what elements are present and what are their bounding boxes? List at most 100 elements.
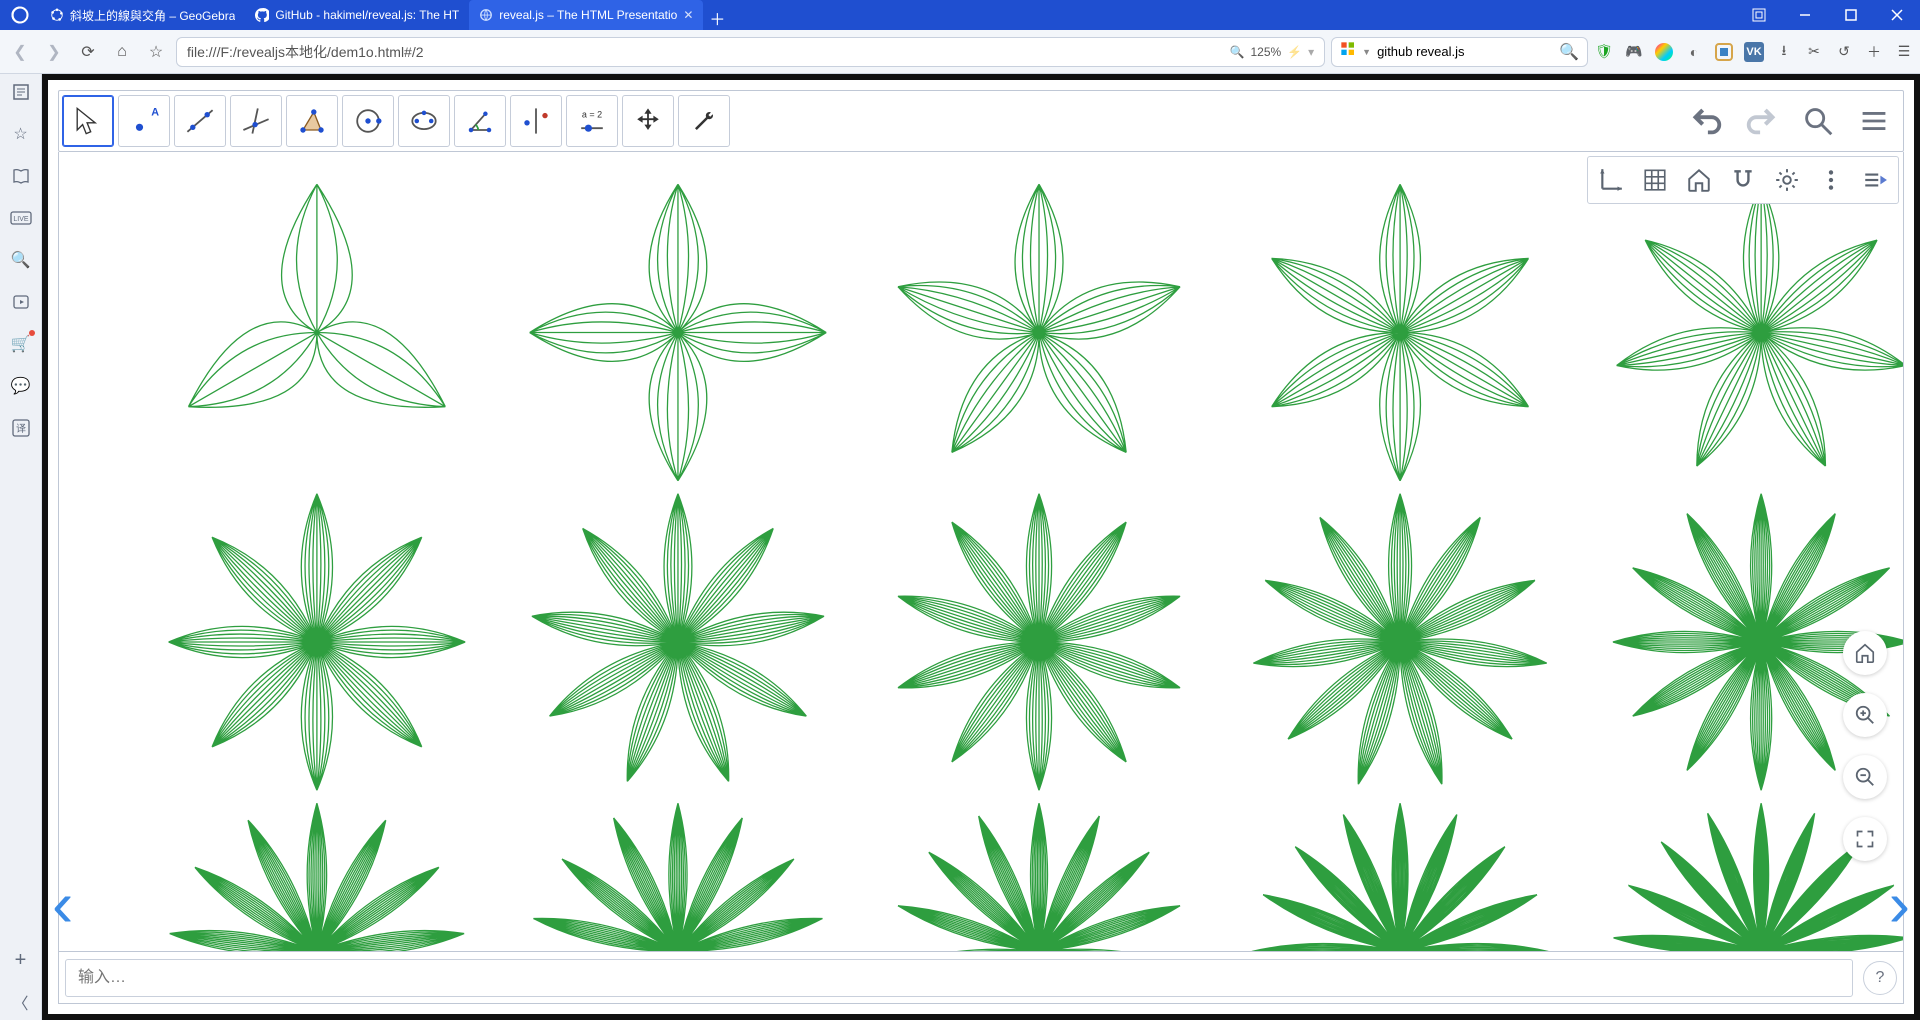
sidebar-search-icon[interactable]: 🔍 <box>9 248 33 272</box>
geogebra-app: A a = 2 <box>58 90 1904 1004</box>
ggb-tool-polygon[interactable] <box>286 95 338 147</box>
secondary-search[interactable]: ▼ 🔍 <box>1331 37 1588 67</box>
favicon-generic-icon <box>479 8 493 22</box>
downloads-icon[interactable]: ⭳ <box>1774 42 1794 62</box>
tab-strip: 斜坡上的線與交角 – GeoGebra GitHub - hakimel/rev… <box>40 0 731 30</box>
ggb-redo-button[interactable] <box>1736 95 1788 147</box>
tab-close-icon[interactable]: ✕ <box>683 8 693 22</box>
sidebar-video-icon[interactable] <box>9 290 33 314</box>
ggb-zoom-home[interactable] <box>1843 631 1887 675</box>
bookmark-star-button[interactable]: ☆ <box>142 38 170 66</box>
ggb-tool-settings[interactable] <box>678 95 730 147</box>
flash-menu-icon[interactable]: ▾ <box>1308 45 1314 59</box>
flower-10 <box>898 494 1180 791</box>
addons-icon[interactable]: ＋ <box>1864 42 1884 62</box>
ggb-tool-point[interactable]: A <box>118 95 170 147</box>
vk-icon[interactable]: VK <box>1744 42 1764 62</box>
collections-icon[interactable] <box>1714 42 1734 62</box>
ggb-tool-move-view[interactable] <box>622 95 674 147</box>
sidebar-collapse-icon[interactable]: 〈 <box>9 990 33 1014</box>
forward-button[interactable]: ❯ <box>40 38 68 66</box>
search-provider-icon[interactable] <box>1340 41 1356 62</box>
address-bar[interactable]: 🔍 125% ⚡ ▾ <box>176 37 1325 67</box>
ggb-snap-toggle[interactable] <box>1722 159 1764 201</box>
flower-13 <box>170 803 465 952</box>
secondary-search-input[interactable] <box>1377 44 1553 59</box>
ggb-undo-button[interactable] <box>1680 95 1732 147</box>
flower-15 <box>892 803 1187 952</box>
home-button[interactable]: ⌂ <box>108 38 136 66</box>
ggb-search-button[interactable] <box>1792 95 1844 147</box>
ggb-fullscreen[interactable] <box>1843 817 1887 861</box>
tab-0[interactable]: 斜坡上的線與交角 – GeoGebra <box>40 0 245 30</box>
flower-7 <box>1617 184 1903 466</box>
history-undo-icon[interactable]: ↺ <box>1834 42 1854 62</box>
flower-5 <box>898 184 1180 452</box>
ggb-menu-button[interactable] <box>1848 95 1900 147</box>
svg-text:a = 2: a = 2 <box>582 109 602 119</box>
games-icon[interactable]: 🎮 <box>1624 42 1644 62</box>
flower-11 <box>1253 494 1546 785</box>
browser-app-icon[interactable] <box>0 0 40 30</box>
ggb-input-help[interactable]: ? <box>1863 961 1897 995</box>
sidebar-live-icon[interactable]: LIVE <box>9 206 33 230</box>
page-viewport: A a = 2 <box>42 74 1920 1020</box>
maximize-button[interactable] <box>1828 0 1874 30</box>
ggb-zoom-in[interactable] <box>1843 693 1887 737</box>
search-go-icon[interactable]: 🔍 <box>1559 42 1579 62</box>
url-input[interactable] <box>187 44 1222 60</box>
ggb-zoom-controls <box>1843 631 1887 861</box>
reveal-slide: A a = 2 <box>48 80 1914 1014</box>
ggb-tool-reflect[interactable] <box>510 95 562 147</box>
adblock-icon[interactable]: 🛡 <box>1594 42 1614 62</box>
ggb-tool-move[interactable] <box>62 95 114 147</box>
sidebar-cart-icon[interactable]: 🛒 <box>9 332 33 356</box>
tab-1[interactable]: GitHub - hakimel/reveal.js: The HT <box>245 0 469 30</box>
back-button[interactable]: ❮ <box>6 38 34 66</box>
ggb-tool-circle[interactable] <box>342 95 394 147</box>
ggb-tool-line[interactable] <box>174 95 226 147</box>
ggb-view-settings[interactable] <box>1766 159 1808 201</box>
reveal-prev-button[interactable]: ‹ <box>52 872 73 936</box>
browser-titlebar: 斜坡上的線與交角 – GeoGebra GitHub - hakimel/rev… <box>0 0 1920 30</box>
reveal-next-button[interactable]: › <box>1889 872 1910 936</box>
reload-button[interactable]: ⟳ <box>74 38 102 66</box>
favicon-geogebra-icon <box>50 8 64 22</box>
screenshot-icon[interactable]: ✂ <box>1804 42 1824 62</box>
tab-2[interactable]: reveal.js – The HTML Presentatio ✕ <box>469 0 703 30</box>
sidebar-translate-icon[interactable]: 译 <box>9 416 33 440</box>
profile-icon[interactable] <box>1654 42 1674 62</box>
zoom-icon[interactable]: 🔍 <box>1230 45 1245 59</box>
ggb-axes-toggle[interactable] <box>1590 159 1632 201</box>
ggb-grid-toggle[interactable] <box>1634 159 1676 201</box>
tab-title: 斜坡上的線與交角 – GeoGebra <box>70 7 235 24</box>
ggb-tool-angle[interactable] <box>454 95 506 147</box>
ggb-zoom-out[interactable] <box>1843 755 1887 799</box>
search-provider-dropdown-icon[interactable]: ▼ <box>1362 47 1371 57</box>
dark-mode-icon[interactable]: ◐ <box>1684 42 1704 62</box>
main-menu-icon[interactable]: ☰ <box>1894 42 1914 62</box>
svg-text:LIVE: LIVE <box>13 216 29 223</box>
ggb-graphics-view[interactable] <box>58 152 1904 952</box>
sidebar-favorites-icon[interactable]: ☆ <box>9 122 33 146</box>
flash-icon[interactable]: ⚡ <box>1287 45 1302 59</box>
ggb-view-more[interactable] <box>1810 159 1852 201</box>
close-window-button[interactable] <box>1874 0 1920 30</box>
sidebar-add-icon[interactable]: + <box>9 948 33 972</box>
ggb-input-field[interactable] <box>65 959 1853 997</box>
ggb-default-view[interactable] <box>1678 159 1720 201</box>
flower-8 <box>169 494 466 791</box>
ggb-tool-slider[interactable]: a = 2 <box>566 95 618 147</box>
window-controls <box>1736 0 1920 30</box>
workspace-button[interactable] <box>1736 0 1782 30</box>
ggb-input-bar: ? <box>58 952 1904 1004</box>
minimize-button[interactable] <box>1782 0 1828 30</box>
flower-9 <box>532 494 824 782</box>
new-tab-button[interactable]: ＋ <box>703 6 731 30</box>
sidebar-notes-icon[interactable] <box>9 80 33 104</box>
ggb-tool-perpendicular[interactable] <box>230 95 282 147</box>
sidebar-reading-icon[interactable] <box>9 164 33 188</box>
ggb-view-style[interactable] <box>1854 159 1896 201</box>
sidebar-chat-icon[interactable]: 💬 <box>9 374 33 398</box>
ggb-tool-conic[interactable] <box>398 95 450 147</box>
